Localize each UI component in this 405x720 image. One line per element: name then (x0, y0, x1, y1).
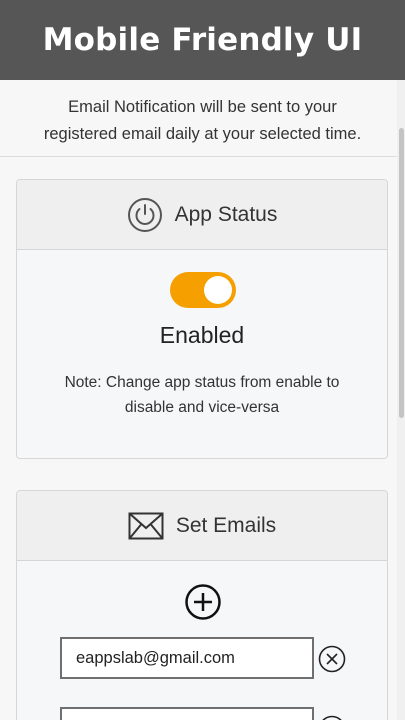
add-email-button[interactable] (184, 583, 222, 621)
set-emails-card: Set Emails (16, 490, 388, 720)
status-note-line-1: Note: Change app status from enable to (64, 374, 340, 391)
notice-line-1: Email Notification will be sent to your (68, 98, 337, 116)
email-row (60, 637, 387, 679)
email-row (60, 707, 387, 720)
close-circle-icon[interactable] (318, 715, 346, 720)
power-icon (127, 197, 162, 232)
close-circle-icon[interactable] (318, 645, 346, 673)
app-status-title: App Status (174, 202, 278, 226)
email-field[interactable] (60, 637, 314, 679)
scrollbar[interactable] (397, 80, 405, 720)
status-note: Note: Change app status from enable to d… (17, 370, 387, 420)
divider (0, 156, 397, 157)
app-status-header: App Status (17, 180, 387, 250)
scrollbar-thumb[interactable] (399, 128, 404, 418)
page-title: Mobile Friendly UI (42, 22, 363, 58)
email-field[interactable] (60, 707, 314, 720)
app-status-card: App Status Enabled Note: Change app stat… (16, 179, 388, 459)
app-header: Mobile Friendly UI (0, 0, 405, 80)
notice-line-2: registered email daily at your selected … (43, 125, 362, 143)
envelope-icon (128, 512, 164, 539)
toggle-knob (204, 276, 232, 304)
notification-notice: Email Notification will be sent to your … (0, 94, 405, 148)
set-emails-title: Set Emails (175, 513, 277, 537)
set-emails-header: Set Emails (17, 491, 387, 561)
status-text: Enabled (159, 322, 245, 348)
status-note-line-2: disable and vice-versa (124, 399, 280, 416)
app-status-toggle[interactable] (170, 272, 236, 308)
